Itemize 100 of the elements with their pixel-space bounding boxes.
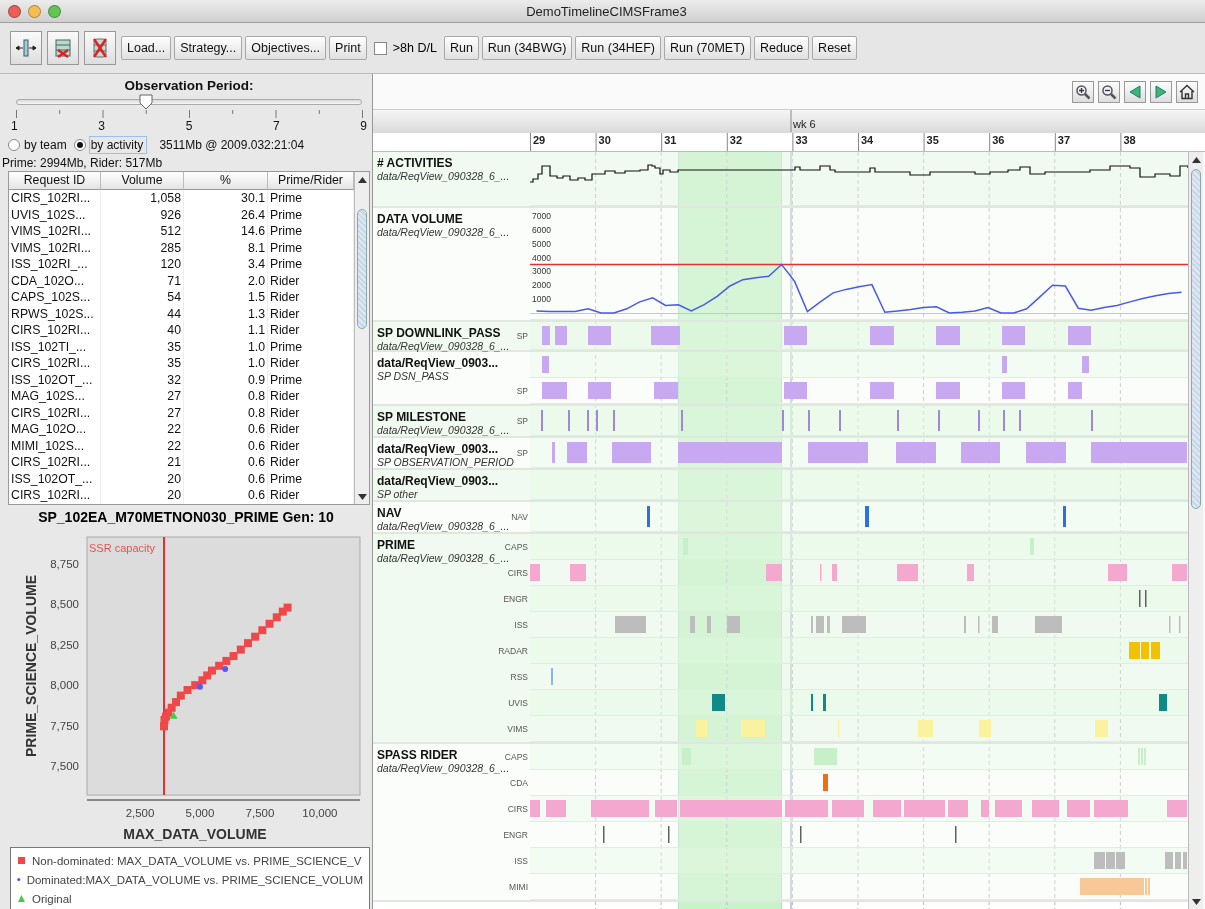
table-cell: 120 — [101, 256, 184, 273]
lane-label: SP — [516, 416, 529, 426]
table-cell: ISS_102TI_... — [9, 338, 101, 355]
table-cell: UVIS_102S... — [9, 206, 101, 223]
track-title: NAV — [377, 506, 402, 520]
tick-label: 3000 — [532, 266, 551, 277]
tick-label: 8,500 — [50, 598, 79, 611]
scrollbar[interactable] — [354, 172, 369, 504]
day-label: 36 — [991, 134, 1005, 146]
checkbox[interactable] — [373, 41, 387, 55]
table-cell: 14.6 — [184, 223, 268, 240]
scrollbar[interactable] — [1188, 152, 1203, 909]
run-button[interactable]: Run — [443, 36, 479, 60]
split-button[interactable] — [10, 31, 42, 65]
run-button[interactable]: Reduce — [754, 36, 810, 60]
run-button[interactable]: Run (34BWG) — [481, 36, 573, 60]
column-header[interactable]: Request ID — [9, 172, 101, 190]
run-button[interactable]: Run (70MET) — [664, 36, 751, 60]
summary-text: 3511Mb @ 2009.032:21:04 — [159, 138, 305, 152]
clear-button[interactable] — [84, 31, 116, 65]
radio-button[interactable] — [8, 139, 20, 151]
left-arrow-icon — [1128, 84, 1142, 99]
track-title: # ACTIVITIES — [377, 156, 453, 170]
zoom-out-icon — [1101, 83, 1117, 100]
day-label: 33 — [794, 134, 808, 146]
day-label: 29 — [532, 134, 546, 146]
scroll-up-arrow-icon[interactable] — [1191, 156, 1201, 163]
column-header[interactable]: % — [184, 172, 268, 190]
scroll-up-arrow-icon[interactable] — [357, 176, 367, 183]
radio-label[interactable]: by activity — [88, 136, 148, 154]
slider-thumb[interactable] — [138, 94, 153, 110]
checkbox-label[interactable]: >8h D/L — [392, 41, 437, 55]
tick-label: 2,500 — [125, 807, 155, 819]
scrollbar-thumb[interactable] — [357, 209, 367, 329]
day-label: 30 — [597, 134, 611, 146]
day-label: 31 — [663, 134, 677, 146]
tick-label: 5000 — [532, 238, 551, 249]
radio-label[interactable]: by team — [23, 137, 70, 153]
table-cell: 8.1 — [184, 239, 268, 256]
tick-label: 9 — [360, 119, 367, 133]
table-cell: 21 — [101, 454, 184, 471]
minimize-button[interactable] — [28, 4, 41, 18]
back-button[interactable] — [1124, 80, 1146, 103]
track-subtitle: data/ReqView_090328_6_... — [377, 340, 510, 353]
tick-label: 3 — [98, 119, 105, 133]
zoom-out-button[interactable] — [1098, 80, 1120, 103]
lane-label: ENGR — [503, 594, 529, 604]
table-cell: CIRS_102RI... — [9, 454, 101, 471]
data-point — [243, 639, 252, 648]
close-button[interactable] — [8, 4, 21, 18]
lane-label: RSS — [510, 672, 529, 682]
track-subtitle: data/ReqView_090328_6_... — [377, 424, 510, 437]
toolbar-button[interactable]: Print — [329, 36, 367, 60]
table-cell: 1.3 — [184, 305, 268, 322]
legend-label: Dominated:MAX_DATA_VOLUME vs. PRIME_SCIENCE_VOLUM — [26, 873, 363, 886]
table-cell: CIRS_102RI... — [9, 322, 101, 339]
table-cell: 27 — [101, 404, 184, 421]
lane-label: CAPS — [504, 752, 529, 762]
week-label: wk 6 — [792, 118, 816, 130]
scrollbar-thumb[interactable] — [1191, 169, 1201, 509]
toolbar-button[interactable]: Objectives... — [245, 36, 327, 60]
remove-rows-button[interactable] — [47, 31, 79, 65]
track-subtitle: SP DSN_PASS — [377, 370, 449, 383]
track-title: SPASS RIDER — [377, 748, 458, 762]
track-title: data/ReqView_0903... — [377, 442, 499, 456]
lane-label: CDA — [510, 778, 529, 788]
table-cell: 512 — [101, 223, 184, 240]
tick-label: 5,000 — [185, 807, 215, 819]
data-point — [236, 645, 245, 654]
table-cell: 1,058 — [101, 190, 184, 207]
column-header[interactable]: Volume — [101, 172, 184, 190]
slider[interactable] — [16, 94, 362, 110]
scroll-down-arrow-icon[interactable] — [357, 493, 367, 500]
zoom-button[interactable] — [48, 4, 61, 18]
forward-button[interactable] — [1150, 80, 1172, 103]
totals-text: Prime: 2994Mb, Rider: 517Mb — [2, 156, 164, 170]
run-button[interactable]: Run (34HEF) — [575, 36, 661, 60]
table-cell: 0.6 — [184, 454, 268, 471]
track-subtitle: data/ReqView_090328_6_... — [377, 170, 510, 183]
data-point — [258, 626, 267, 635]
track-subtitle: SP OBSERVATION_PERIOD — [377, 456, 514, 469]
lane-label: CAPS — [504, 542, 529, 552]
day-label: 35 — [925, 134, 939, 146]
column-header[interactable]: Prime/Rider — [268, 172, 354, 190]
toolbar-button[interactable]: Load... — [121, 36, 172, 60]
zoom-in-button[interactable] — [1072, 80, 1094, 103]
tick-label: 4000 — [532, 252, 551, 263]
radio-button[interactable] — [73, 139, 86, 151]
toolbar-button[interactable]: Strategy... — [174, 36, 243, 60]
day-label: 37 — [1056, 134, 1071, 146]
tick-label: 7,750 — [50, 719, 79, 732]
day-label: 34 — [860, 134, 874, 146]
scroll-down-arrow-icon[interactable] — [1191, 898, 1201, 905]
track-title: SP MILESTONE — [377, 410, 466, 424]
table-cell: 71 — [101, 272, 184, 289]
table-cell: 0.6 — [184, 437, 268, 454]
data-point — [272, 613, 281, 622]
home-button[interactable] — [1176, 80, 1198, 103]
rows-delete-icon — [52, 37, 74, 59]
run-button[interactable]: Reset — [812, 36, 857, 60]
